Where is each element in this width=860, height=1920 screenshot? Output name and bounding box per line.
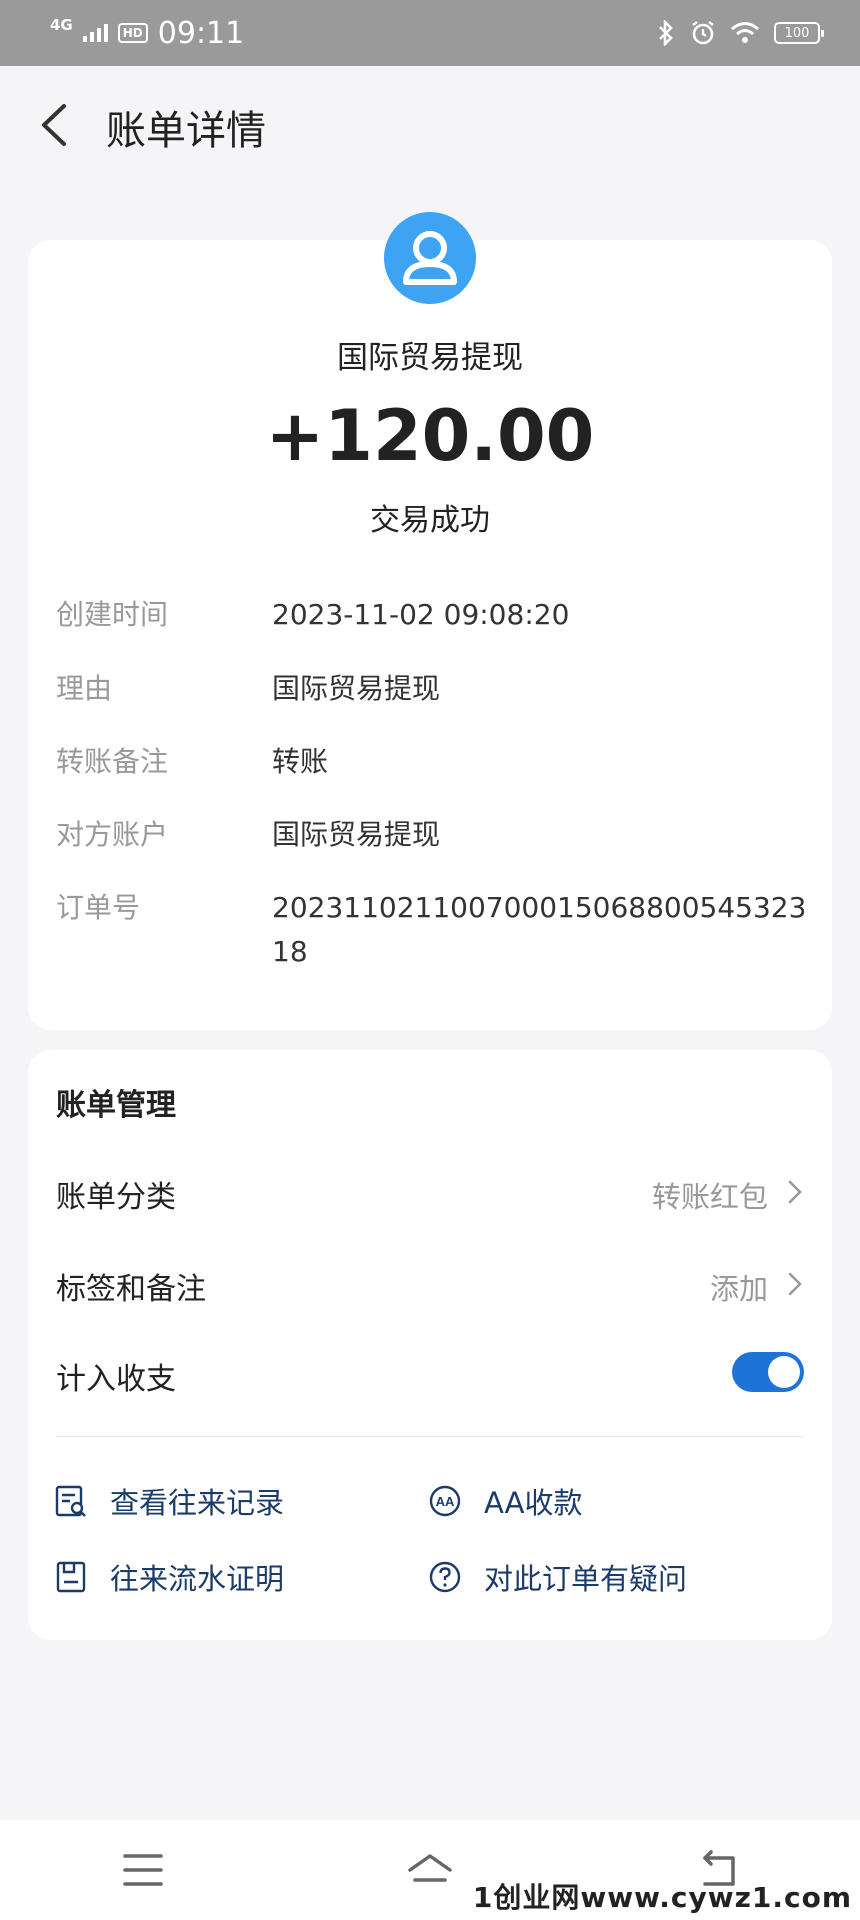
count-in-balance-row: 计入收支 <box>56 1348 804 1398</box>
document-icon <box>56 1561 86 1593</box>
detail-value[interactable]: 转账 <box>272 740 812 784</box>
bill-management-card: 账单管理 账单分类 转账红包 标签和备注 添加 计入收支 查看往来记录 AA A… <box>28 1050 832 1640</box>
status-right: 100 <box>656 20 824 46</box>
detail-value[interactable]: 2023-11-02 09:08:20 <box>272 593 812 637</box>
action-label: 对此订单有疑问 <box>484 1562 688 1596</box>
toggle-knob <box>768 1356 800 1388</box>
battery-icon: 100 <box>774 22 824 44</box>
hd-badge: HD <box>117 23 148 43</box>
payee-name: 国际贸易提现 <box>337 340 523 376</box>
watermark: 1创业网www.cywz1.com <box>472 1881 852 1914</box>
statement-proof-button[interactable]: 往来流水证明 <box>54 1552 284 1602</box>
row-value: 转账红包 <box>651 1180 768 1214</box>
menu-icon[interactable] <box>119 1848 167 1892</box>
detail-label: 订单号 <box>56 891 141 924</box>
row-value: 添加 <box>709 1272 768 1306</box>
detail-value[interactable]: 20231102110070001506880054532318 <box>272 886 812 974</box>
status-bar: 4G HD 09:11 100 <box>0 0 860 66</box>
svg-text:AA: AA <box>436 1494 455 1509</box>
row-label: 标签和备注 <box>56 1272 206 1307</box>
page-title: 账单详情 <box>106 108 266 154</box>
signal-icon <box>82 24 108 42</box>
action-label: 往来流水证明 <box>110 1562 285 1596</box>
home-icon[interactable] <box>406 1848 454 1892</box>
order-question-button[interactable]: 对此订单有疑问 <box>428 1552 687 1602</box>
wifi-icon <box>731 22 759 43</box>
bill-category-row[interactable]: 账单分类 转账红包 <box>56 1166 804 1216</box>
chevron-right-icon <box>788 1180 802 1204</box>
aa-collect-button[interactable]: AA AA收款 <box>428 1476 582 1526</box>
alarm-icon <box>692 21 714 45</box>
row-label: 账单分类 <box>56 1180 176 1215</box>
detail-label: 理由 <box>56 672 113 705</box>
tags-notes-row[interactable]: 标签和备注 添加 <box>56 1258 804 1308</box>
detail-value[interactable]: 国际贸易提现 <box>272 813 812 857</box>
row-label: 计入收支 <box>56 1362 176 1397</box>
payee-avatar <box>384 212 476 304</box>
detail-label: 创建时间 <box>56 598 169 631</box>
transaction-card: 国际贸易提现 +120.00 交易成功 创建时间 2023-11-02 09:0… <box>28 240 832 1030</box>
nav-header: 账单详情 <box>0 66 860 184</box>
aa-icon: AA <box>429 1485 461 1517</box>
chevron-right-icon <box>788 1272 802 1296</box>
detail-label: 对方账户 <box>56 818 169 851</box>
question-icon <box>429 1561 461 1593</box>
divider <box>56 1436 804 1437</box>
view-records-button[interactable]: 查看往来记录 <box>54 1476 284 1526</box>
user-icon <box>403 231 457 285</box>
detail-label: 转账备注 <box>56 745 169 778</box>
record-search-icon <box>55 1485 86 1517</box>
status-left: 4G HD 09:11 <box>50 16 244 51</box>
bluetooth-icon <box>659 20 673 46</box>
count-in-balance-toggle[interactable] <box>732 1352 804 1392</box>
transaction-amount: +120.00 <box>265 395 595 477</box>
action-label: AA收款 <box>484 1486 583 1520</box>
transaction-status: 交易成功 <box>370 503 490 538</box>
status-time: 09:11 <box>157 15 245 51</box>
detail-value[interactable]: 国际贸易提现 <box>272 667 812 711</box>
section-title: 账单管理 <box>56 1088 176 1123</box>
action-label: 查看往来记录 <box>110 1486 285 1520</box>
network-type: 4G <box>50 16 73 34</box>
system-nav-bar: 1创业网www.cywz1.com <box>0 1820 860 1920</box>
back-arrow-icon[interactable] <box>36 102 76 148</box>
